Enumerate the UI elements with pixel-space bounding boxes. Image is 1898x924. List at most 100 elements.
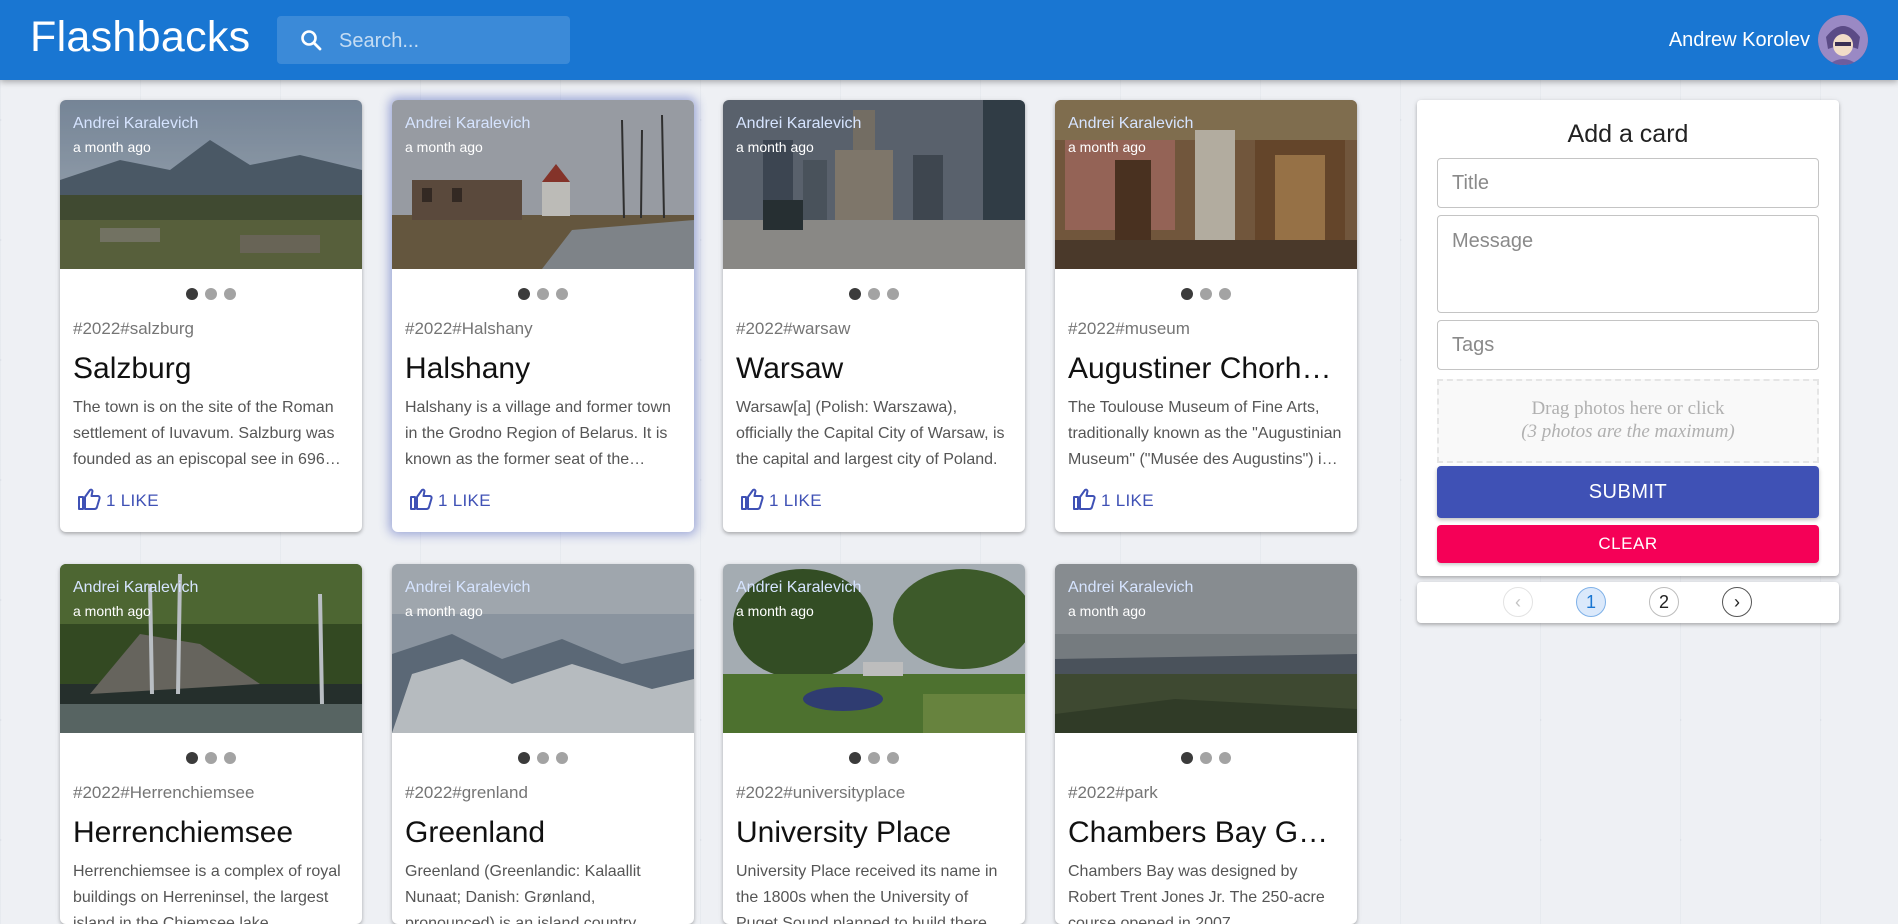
prev-page-button[interactable]: ‹ [1503,587,1533,617]
carousel-dot[interactable] [849,752,861,764]
carousel-dots[interactable] [392,269,694,319]
carousel-dot[interactable] [868,288,880,300]
card-time: a month ago [405,603,483,619]
carousel-dot[interactable] [556,288,568,300]
card-photo[interactable]: Andrei Karalevich a month ago [392,100,694,269]
carousel-dots[interactable] [723,269,1025,319]
card-author: Andrei Karalevich [405,579,531,596]
carousel-dot[interactable] [537,288,549,300]
carousel-dot[interactable] [1181,288,1193,300]
card-tags: #2022#warsaw [736,319,851,338]
add-card-form: Add a card Drag photos here or click (3 … [1417,100,1839,576]
next-page-button[interactable]: › [1722,587,1752,617]
card-time: a month ago [1068,603,1146,619]
carousel-dot[interactable] [1181,752,1193,764]
card-title: Chambers Bay Golf Course [1068,816,1357,849]
post-card[interactable]: Andrei Karalevich a month ago #2022#muse… [1055,100,1357,532]
card-author: Andrei Karalevich [1068,579,1194,596]
photo-dropzone[interactable]: Drag photos here or click (3 photos are … [1437,379,1819,463]
search-icon [301,30,322,51]
card-author: Andrei Karalevich [736,115,862,132]
app-bar: Flashbacks Andrew Korolev [0,0,1898,80]
card-photo[interactable]: Andrei Karalevich a month ago [1055,100,1357,269]
carousel-dots[interactable] [60,733,362,783]
carousel-dot[interactable] [205,288,217,300]
carousel-dot[interactable] [205,752,217,764]
post-card[interactable]: Andrei Karalevich a month ago #2022#univ… [723,564,1025,924]
card-title: Warsaw [736,352,844,385]
tags-field[interactable] [1437,320,1819,370]
post-card[interactable]: Andrei Karalevich a month ago #2022#wars… [723,100,1025,532]
carousel-dot[interactable] [518,752,530,764]
clear-button[interactable]: CLEAR [1437,525,1819,563]
carousel-dots[interactable] [392,733,694,783]
card-title: Augustiner Chorherrenstift [1068,352,1357,385]
carousel-dot[interactable] [186,288,198,300]
card-title: Herrenchiemsee [73,816,294,849]
card-photo[interactable]: Andrei Karalevich a month ago [60,100,362,269]
carousel-dot[interactable] [868,752,880,764]
like-count: 1 LIKE [769,491,822,510]
form-title: Add a card [1567,120,1689,148]
card-author: Andrei Karalevich [73,115,199,132]
post-card[interactable]: Andrei Karalevich a month ago #2022#Hals… [392,100,694,532]
search-box[interactable] [277,16,570,66]
carousel-dots[interactable] [60,269,362,319]
carousel-dot[interactable] [1200,288,1212,300]
card-title: Greenland [405,816,546,849]
carousel-dot[interactable] [887,288,899,300]
card-title: Salzburg [73,352,192,385]
carousel-dot[interactable] [537,752,549,764]
carousel-dot[interactable] [224,752,236,764]
thumb-up-icon [78,488,101,510]
card-photo[interactable]: Andrei Karalevich a month ago [1055,564,1357,733]
dropzone-limit: (3 photos are the maximum) [1521,421,1735,442]
page-button-1[interactable]: 1 [1576,587,1606,617]
post-card[interactable]: Andrei Karalevich a month ago #2022#Herr… [60,564,362,924]
avatar[interactable] [1818,15,1868,65]
card-author: Andrei Karalevich [736,579,862,596]
search-input[interactable] [337,16,566,66]
carousel-dot[interactable] [518,288,530,300]
carousel-dot[interactable] [1219,288,1231,300]
thumb-up-icon [741,488,764,510]
thumb-up-icon [1073,488,1096,510]
card-tags: #2022#Herrenchiemsee [73,783,255,802]
carousel-dots[interactable] [1055,269,1357,319]
carousel-dot[interactable] [1200,752,1212,764]
carousel-dot[interactable] [224,288,236,300]
card-photo[interactable]: Andrei Karalevich a month ago [723,100,1025,269]
submit-button[interactable]: SUBMIT [1437,466,1819,518]
card-time: a month ago [73,139,151,155]
post-card[interactable]: Andrei Karalevich a month ago #2022#gren… [392,564,694,924]
carousel-dot[interactable] [849,288,861,300]
carousel-dots[interactable] [723,733,1025,783]
card-message: Chambers Bay was designed by Robert Tren… [1068,863,1325,924]
card-photo[interactable]: Andrei Karalevich a month ago [723,564,1025,733]
user-name: Andrew Korolev [1668,29,1810,51]
message-field[interactable] [1437,215,1819,313]
brand-title[interactable]: Flashbacks [30,13,250,62]
card-tags: #2022#Halshany [405,319,533,338]
card-tags: #2022#grenland [405,783,528,802]
card-message: Halshany is a village and former town in… [405,399,671,468]
carousel-dot[interactable] [1219,752,1231,764]
post-card[interactable]: Andrei Karalevich a month ago #2022#park… [1055,564,1357,924]
card-time: a month ago [736,603,814,619]
carousel-dot[interactable] [186,752,198,764]
carousel-dot[interactable] [887,752,899,764]
card-photo[interactable]: Andrei Karalevich a month ago [60,564,362,733]
post-card[interactable]: Andrei Karalevich a month ago #2022#salz… [60,100,362,532]
carousel-dots[interactable] [1055,733,1357,783]
card-message: The town is on the site of the Roman set… [73,399,335,468]
card-tags: #2022#park [1068,783,1158,802]
page-button-2[interactable]: 2 [1649,587,1679,617]
card-author: Andrei Karalevich [405,115,531,132]
pagination: ‹ 1 2 › [1417,582,1839,623]
like-count: 1 LIKE [438,491,491,510]
carousel-dot[interactable] [556,752,568,764]
title-field[interactable] [1437,158,1819,208]
card-time: a month ago [1068,139,1146,155]
card-photo[interactable]: Andrei Karalevich a month ago [392,564,694,733]
card-time: a month ago [73,603,151,619]
